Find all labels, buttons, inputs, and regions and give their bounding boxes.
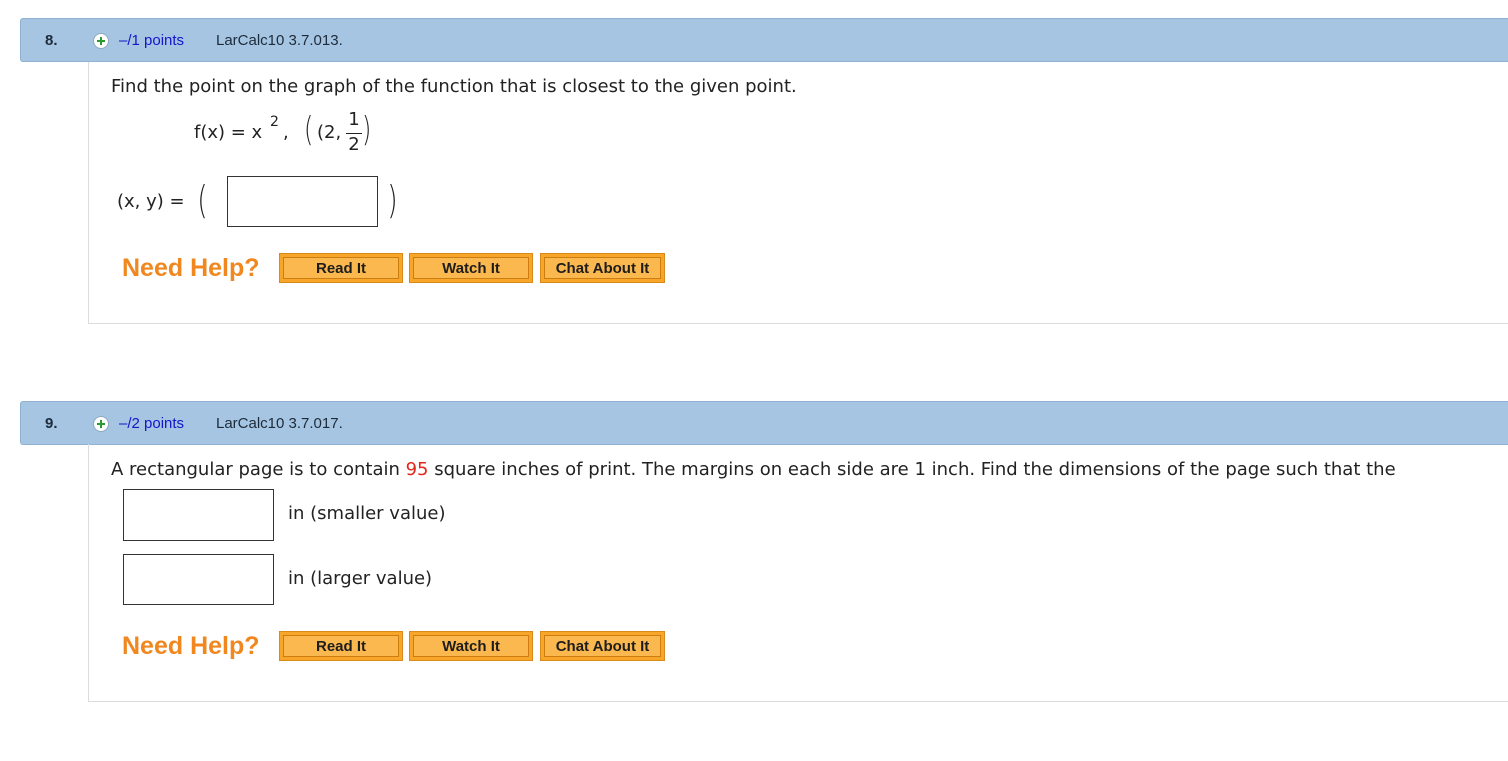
fraction-denominator: 2 <box>348 134 360 155</box>
points-link[interactable]: –/2 points <box>119 415 184 432</box>
question-number: 9. <box>45 415 58 432</box>
need-help-label: Need Help? <box>122 632 260 660</box>
answer-xy-input[interactable] <box>227 176 378 227</box>
question-number: 8. <box>45 32 58 49</box>
expand-plus-icon[interactable] <box>93 33 109 49</box>
points-link[interactable]: –/1 points <box>119 32 184 49</box>
question-source: LarCalc10 3.7.013. <box>216 32 343 49</box>
question-8-header: 8. –/1 points LarCalc10 3.7.013. <box>20 18 1508 62</box>
chat-about-it-button[interactable]: Chat About It <box>540 631 665 661</box>
question-source: LarCalc10 3.7.017. <box>216 415 343 432</box>
question-prompt: Find the point on the graph of the funct… <box>111 76 797 97</box>
need-help-label: Need Help? <box>122 254 260 282</box>
read-it-label: Read It <box>283 257 399 279</box>
exponent: 2 <box>270 114 279 130</box>
function-label: f(x) = x <box>194 122 263 143</box>
read-it-button[interactable]: Read It <box>279 253 403 283</box>
smaller-value-input[interactable] <box>123 489 274 541</box>
watch-it-button[interactable]: Watch It <box>409 253 533 283</box>
larger-value-input[interactable] <box>123 554 274 605</box>
print-area-value: 95 <box>405 459 429 480</box>
right-paren: ) <box>361 110 372 150</box>
larger-value-label: in (larger value) <box>288 568 433 589</box>
fraction-numerator: 1 <box>348 109 360 130</box>
smaller-value-label: in (smaller value) <box>288 503 446 524</box>
watch-it-button[interactable]: Watch It <box>409 631 533 661</box>
left-paren: ( <box>303 110 314 150</box>
chat-about-it-label: Chat About It <box>544 635 661 657</box>
separator-comma: , <box>283 122 289 143</box>
chat-about-it-label: Chat About It <box>544 257 661 279</box>
chat-about-it-button[interactable]: Chat About It <box>540 253 665 283</box>
question-prompt: A rectangular page is to contain 95 squa… <box>111 459 1396 480</box>
question-9-header: 9. –/2 points LarCalc10 3.7.017. <box>20 401 1508 445</box>
answer-label: (x, y) = <box>117 191 185 212</box>
prompt-text-start: A rectangular page is to contain <box>111 459 406 480</box>
expand-plus-icon[interactable] <box>93 416 109 432</box>
read-it-label: Read It <box>283 635 399 657</box>
read-it-button[interactable]: Read It <box>279 631 403 661</box>
watch-it-label: Watch It <box>413 635 529 657</box>
watch-it-label: Watch It <box>413 257 529 279</box>
answer-right-paren: ) <box>387 178 398 222</box>
prompt-text-end: square inches of print. The margins on e… <box>428 459 1396 480</box>
function-expression: f(x) = x 2 , ( (2, 1 2 ) <box>194 109 454 162</box>
answer-left-paren: ( <box>197 178 208 222</box>
point-x: (2, <box>317 122 342 143</box>
